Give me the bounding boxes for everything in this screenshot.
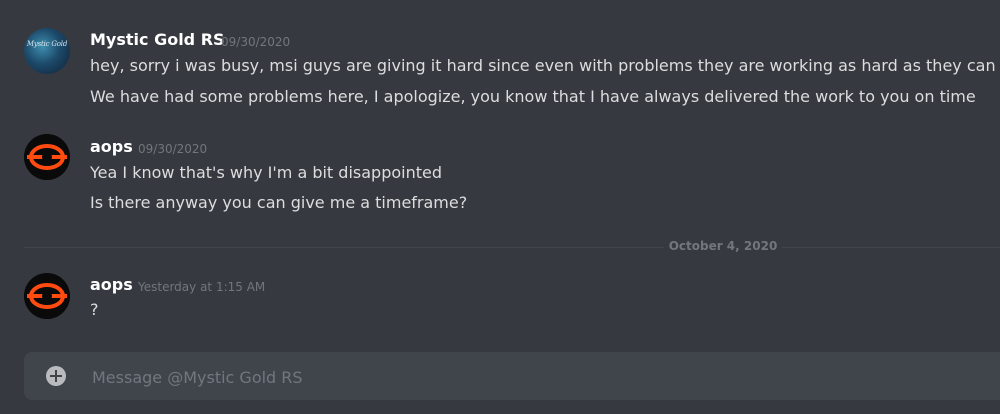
mystic-gold-logo-icon: Mystic Gold	[26, 40, 68, 48]
message-text: We have had some problems here, I apolog…	[90, 87, 976, 106]
message-text: Yea I know that's why I'm a bit disappoi…	[90, 163, 442, 182]
message-composer	[24, 352, 1000, 400]
message-text: hey, sorry i was busy, msi guys are givi…	[90, 56, 996, 75]
avatar[interactable]	[24, 273, 70, 319]
message-text: ?	[90, 300, 99, 319]
date-divider-line	[24, 247, 1000, 248]
timestamp: 09/30/2020	[138, 142, 208, 156]
message-text: Is there anyway you can give me a timefr…	[90, 193, 468, 212]
timestamp: 09/30/2020	[221, 35, 291, 49]
avatar[interactable]: Mystic Gold	[24, 28, 70, 74]
timestamp: Yesterday at 1:15 AM	[138, 280, 266, 294]
plus-circle-icon[interactable]	[46, 366, 66, 386]
aops-logo-icon	[24, 134, 70, 180]
username[interactable]: Mystic Gold RS	[90, 30, 225, 49]
username[interactable]: aops	[90, 275, 133, 294]
username[interactable]: aops	[90, 137, 133, 156]
message-input[interactable]	[90, 362, 974, 392]
avatar[interactable]	[24, 134, 70, 180]
date-divider: October 4, 2020	[664, 239, 782, 253]
aops-logo-icon	[24, 273, 70, 319]
